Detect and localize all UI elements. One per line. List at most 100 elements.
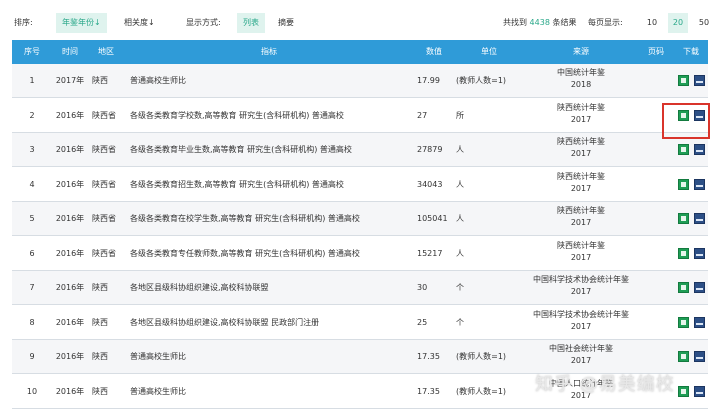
row-no: 1	[29, 76, 35, 85]
row-value: 27879	[417, 145, 443, 154]
row-indicator-link[interactable]: 各级各类教育在校学生数,高等教育 研究生(含科研机构) 普通高校	[130, 202, 360, 235]
row-indicator-link[interactable]: 各地区县级科协组织建设,高校科协联盟 民政部门注册	[130, 306, 319, 339]
row-unit: 人	[456, 248, 464, 258]
header-indicator: 指标	[261, 47, 277, 56]
row-source[interactable]: 中国统计年鉴 2018	[524, 67, 638, 91]
caj-file-icon[interactable]	[694, 75, 705, 86]
row-source-name: 中国统计年鉴	[557, 68, 605, 77]
row-source[interactable]: 中国科学技术协会统计年鉴 2017	[524, 309, 638, 333]
header-no: 序号	[24, 47, 40, 56]
row-source[interactable]: 陕西统计年鉴 2017	[524, 102, 638, 126]
row-region: 陕西	[92, 317, 108, 327]
row-source[interactable]: 陕西统计年鉴 2017	[524, 136, 638, 160]
row-region: 陕西省	[92, 145, 116, 154]
row-source-name: 陕西统计年鉴	[557, 102, 605, 112]
row-source-name: 中国社会统计年鉴	[549, 344, 613, 353]
table-row: 9 2016年 陕西 普通高校生师比 17.35 (教师人数=1) 中国社会统计年鉴 2017	[12, 340, 708, 374]
excel-file-icon[interactable]	[678, 385, 689, 397]
row-source-year: 2017	[570, 321, 592, 331]
sort-by-year-button[interactable]: 年鉴年份↓	[56, 13, 107, 33]
row-value: 27	[417, 110, 428, 120]
sort-by-relevance-button[interactable]: 相关度↓	[124, 17, 155, 29]
row-time: 2016年	[55, 179, 85, 189]
caj-file-icon[interactable]	[694, 316, 705, 328]
table-row: 6 2016年 陕西省 各级各类教育专任教师数,高等教育 研究生(含科研机构) 普通高…	[12, 237, 708, 271]
table-row: 3 2016年 陕西省 各级各类教育毕业生数,高等教育 研究生(含科研机构) 普通高校…	[12, 133, 708, 167]
row-region: 陕西	[92, 283, 108, 292]
table-row: 1 2017年 陕西 普通高校生师比 17.99 (教师人数=1) 中国统计年鉴 2018	[12, 64, 708, 98]
row-time: 2017年	[55, 76, 85, 85]
row-time: 2016年	[55, 283, 85, 292]
row-value: 105041	[417, 214, 448, 223]
caj-file-icon[interactable]	[694, 178, 705, 190]
row-unit: 人	[456, 214, 464, 223]
row-time: 2016年	[55, 317, 85, 327]
per-page-label: 每页显示:	[588, 18, 623, 27]
table-row: 4 2016年 陕西省 各级各类教育招生数,高等教育 研究生(含科研机构) 普通高校 3…	[12, 168, 708, 202]
page-size-option-selected[interactable]: 20	[668, 13, 688, 33]
row-time: 2016年	[55, 248, 85, 258]
row-source-year: 2017	[570, 287, 592, 296]
row-unit: 人	[456, 145, 464, 154]
row-source[interactable]: 陕西统计年鉴 2017	[524, 171, 638, 195]
row-source[interactable]: 中国社会统计年鉴 2017	[524, 343, 638, 367]
sort-label: 排序:	[14, 18, 33, 27]
caj-file-icon[interactable]	[694, 144, 705, 155]
table-row: 2 2016年 陕西省 各级各类教育学校数,高等教育 研究生(含科研机构) 普通高校 2…	[12, 99, 708, 133]
caj-file-icon[interactable]	[694, 282, 705, 293]
excel-file-icon[interactable]	[678, 213, 689, 224]
caj-file-icon[interactable]	[694, 247, 705, 259]
table-row: 5 2016年 陕西省 各级各类教育在校学生数,高等教育 研究生(含科研机构) 普通高…	[12, 202, 708, 236]
row-value: 17.35	[417, 352, 440, 361]
excel-file-icon[interactable]	[678, 144, 689, 155]
header-page: 页码	[648, 47, 664, 56]
row-source[interactable]: 陕西统计年鉴 2017	[524, 240, 638, 264]
excel-file-icon[interactable]	[678, 178, 689, 190]
excel-file-icon[interactable]	[678, 282, 689, 293]
table-row: 8 2016年 陕西 各地区县级科协组织建设,高校科协联盟 民政部门注册 25 个 中国科学…	[12, 306, 708, 340]
row-source-year: 2017	[570, 356, 592, 365]
view-summary-button[interactable]: 摘要	[278, 17, 294, 29]
row-indicator-link[interactable]: 普通高校生师比	[130, 340, 186, 373]
row-source-year: 2018	[570, 80, 592, 89]
row-region: 陕西省	[92, 248, 116, 258]
row-source[interactable]: 陕西统计年鉴 2017	[524, 205, 638, 229]
caj-file-icon[interactable]	[694, 385, 705, 397]
caj-file-icon[interactable]	[694, 213, 705, 224]
row-no: 5	[29, 214, 35, 223]
caj-file-icon[interactable]	[694, 351, 705, 362]
display-mode-label: 显示方式:	[186, 18, 221, 27]
row-indicator-link[interactable]: 普通高校生师比	[130, 375, 186, 408]
excel-file-icon[interactable]	[678, 75, 689, 86]
row-region: 陕西	[92, 76, 108, 85]
row-value: 17.35	[417, 386, 440, 396]
row-no: 2	[29, 110, 35, 120]
found-count: 4438	[529, 18, 550, 27]
excel-file-icon[interactable]	[678, 247, 689, 259]
row-value: 15217	[417, 248, 443, 258]
page-size-option[interactable]: 10	[642, 13, 662, 33]
row-region: 陕西	[92, 386, 108, 396]
row-indicator-link[interactable]: 普通高校生师比	[130, 64, 186, 97]
excel-file-icon[interactable]	[678, 316, 689, 328]
row-indicator-link[interactable]: 各级各类教育学校数,高等教育 研究生(含科研机构) 普通高校	[130, 99, 344, 132]
page-size-option[interactable]: 50	[694, 13, 714, 33]
row-indicator-link[interactable]: 各级各类教育招生数,高等教育 研究生(含科研机构) 普通高校	[130, 168, 344, 201]
row-unit: 个	[456, 283, 464, 292]
row-source-year: 2017	[570, 183, 592, 193]
row-source[interactable]: 中国科学技术协会统计年鉴 2017	[524, 274, 638, 298]
row-indicator-link[interactable]: 各级各类教育毕业生数,高等教育 研究生(含科研机构) 普通高校	[130, 133, 352, 166]
found-prefix: 共找到	[503, 18, 527, 27]
row-indicator-link[interactable]: 各地区县级科协组织建设,高校科协联盟	[130, 271, 269, 304]
table-header: 序号 时间 地区 指标 数值 单位 来源 页码 下载	[12, 40, 708, 64]
excel-file-icon[interactable]	[678, 351, 689, 362]
table-row: 7 2016年 陕西 各地区县级科协组织建设,高校科协联盟 30 个 中国科学技术协会统计年…	[12, 271, 708, 305]
row-time: 2016年	[55, 214, 85, 223]
row-time: 2016年	[55, 145, 85, 154]
view-list-button[interactable]: 列表	[237, 13, 265, 33]
row-unit: 所	[456, 110, 464, 120]
header-source: 来源	[573, 47, 589, 56]
row-indicator-link[interactable]: 各级各类教育专任教师数,高等教育 研究生(含科研机构) 普通高校	[130, 237, 360, 270]
row-source-name: 陕西统计年鉴	[557, 240, 605, 250]
row-source-name: 陕西统计年鉴	[557, 206, 605, 215]
